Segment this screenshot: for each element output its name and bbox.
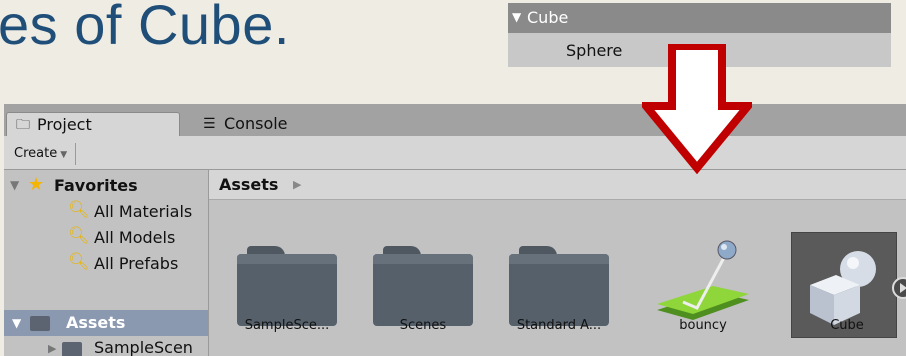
slide-title: es of Cube. (0, 0, 290, 56)
favorite-item-label: All Materials (94, 202, 193, 221)
create-button[interactable]: Create ▼ (6, 143, 77, 165)
collapse-triangle-icon[interactable]: ▶ (48, 342, 56, 355)
expand-triangle-icon[interactable]: ▼ (10, 178, 19, 192)
tab-project[interactable]: 🗀 Project (6, 112, 180, 136)
hierarchy-row-cube[interactable]: ▼ Cube (508, 3, 891, 33)
search-icon: 🔍︎ (68, 200, 90, 220)
favorites-label: Favorites (54, 176, 138, 195)
folder-icon: 🗀 (16, 117, 30, 133)
hierarchy-label-sphere: Sphere (566, 41, 623, 60)
asset-label: bouncy (679, 318, 727, 333)
down-arrow-icon (642, 44, 752, 174)
tab-console-label: Console (224, 114, 288, 133)
search-icon: 🔍︎ (68, 226, 90, 246)
expand-triangle-icon[interactable]: ▼ (12, 316, 21, 330)
assets-label: Assets (66, 313, 126, 332)
folder-icon (62, 342, 82, 356)
asset-folder-samplescenes[interactable]: SampleSce... (223, 228, 351, 348)
asset-folder-scenes[interactable]: Scenes (359, 228, 487, 348)
breadcrumb-assets[interactable]: Assets (219, 175, 278, 194)
expand-triangle-icon[interactable]: ▼ (512, 10, 521, 24)
asset-label: Scenes (399, 318, 447, 333)
tree-item-assets[interactable]: ▼ Assets (4, 310, 208, 336)
console-icon: ☰ (203, 116, 216, 132)
hierarchy-label-cube: Cube (527, 8, 569, 27)
create-label: Create (14, 146, 58, 161)
asset-physic-material-bouncy[interactable]: bouncy (639, 228, 767, 348)
asset-prefab-cube[interactable]: Cube (783, 228, 906, 348)
tab-bar: 🗀 Project ☰ Console (4, 104, 906, 136)
search-icon: 🔍︎ (68, 252, 90, 272)
tree-item-label: SampleScen (94, 338, 193, 356)
asset-label: Cube (830, 318, 864, 333)
project-tree: ▼ ★ Favorites 🔍︎ All Materials 🔍︎ All Mo… (4, 170, 209, 356)
asset-label: SampleSce... (244, 318, 330, 333)
asset-folder-standard-assets[interactable]: Standard A... (495, 228, 623, 348)
asset-browser: Assets ▶ SampleSce... Scenes Standard A.… (209, 170, 906, 356)
tab-project-label: Project (37, 115, 92, 134)
favorite-item-label: All Prefabs (94, 254, 179, 273)
project-window: 🗀 Project ☰ Console Create ▼ ▼ ★ Favorite… (4, 104, 906, 356)
breadcrumb: Assets ▶ (209, 170, 906, 200)
asset-label: Standard A... (516, 318, 602, 333)
favorite-item-label: All Models (94, 228, 176, 247)
folder-icon (30, 316, 50, 331)
breadcrumb-arrow-icon: ▶ (293, 178, 302, 191)
dropdown-caret-icon: ▼ (60, 150, 68, 160)
toolbar: Create ▼ (4, 136, 906, 170)
star-icon: ★ (28, 174, 45, 195)
tab-console[interactable]: ☰ Console (194, 112, 354, 136)
